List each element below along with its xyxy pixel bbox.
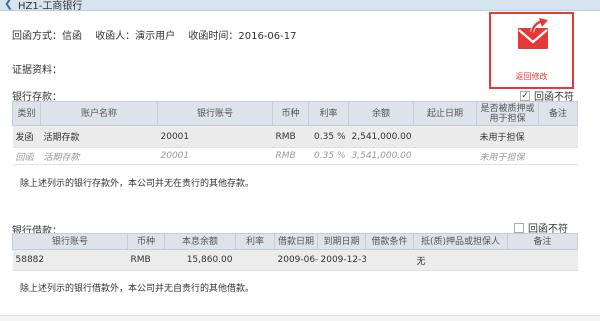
cell-currency: RMB xyxy=(272,147,309,165)
col-header: 备注 xyxy=(507,233,578,250)
cell-due-date: 2009-12-31 xyxy=(317,249,366,271)
reply-method: 回函方式：信函 xyxy=(12,31,82,42)
col-header: 利率 xyxy=(235,233,275,250)
cell-account-name: 活期存款 xyxy=(40,125,158,148)
reply-time: 收函时间：2016-06-17 xyxy=(188,31,297,42)
cell-currency: RMB xyxy=(127,249,165,271)
col-header: 账户名称 xyxy=(40,101,158,126)
cell-balance: 15,860.00 xyxy=(164,249,236,271)
deposits-note: 除上述列示的银行存款外，本公司并无在贵行的其他存款。 xyxy=(20,179,255,189)
cell-remark xyxy=(538,147,578,165)
col-header: 借款日期 xyxy=(274,233,318,250)
cell-account-no: 58882 xyxy=(12,249,128,271)
cell-collateral: 无 xyxy=(413,249,508,271)
table-row[interactable]: 回函 活期存款 20001 RMB 0.35 % 3,541,000.00 未用… xyxy=(12,147,578,165)
col-header: 银行账号 xyxy=(157,101,273,126)
bottom-divider xyxy=(0,315,600,321)
back-icon[interactable]: ❮ xyxy=(4,0,13,10)
checkmark-icon: ✓ xyxy=(520,90,530,101)
checkbox-empty-icon xyxy=(514,222,524,233)
col-header: 是否被质押或用于担保 xyxy=(476,101,539,126)
cell-balance: 2,541,000.00 xyxy=(348,125,414,148)
col-header: 币种 xyxy=(272,101,309,126)
col-header: 银行账号 xyxy=(12,233,128,250)
cell-pledged: 未用于担保 xyxy=(476,125,539,148)
col-header: 起止日期 xyxy=(413,101,477,126)
col-header: 本息余额 xyxy=(164,233,236,250)
return-modify-label: 返回修改 xyxy=(515,72,548,81)
cell-conditions xyxy=(365,249,414,271)
deposits-table: 类别 账户名称 银行账号 币种 利率 余额 起止日期 是否被质押或用于担保 备注… xyxy=(12,101,578,165)
cell-dates xyxy=(413,147,477,165)
window-title: HZ1-工商银行 xyxy=(18,1,83,11)
col-header: 余额 xyxy=(348,101,414,126)
col-header: 币种 xyxy=(127,233,165,250)
cell-rate: 0.35 % xyxy=(308,147,349,165)
evidence-label: 证据资料： xyxy=(12,65,62,76)
reply-info: 回函方式：信函 收函人：演示用户 收函时间：2016-06-17 xyxy=(12,27,307,42)
envelope-arrow-icon xyxy=(518,18,548,49)
cell-dates xyxy=(413,125,477,148)
cell-type: 发函 xyxy=(12,125,41,148)
return-modify-button[interactable]: 返回修改 xyxy=(489,12,574,89)
table-row[interactable]: 58882 RMB 15,860.00 2009-06-01 2009-12-3… xyxy=(12,249,578,271)
loans-header-row: 银行账号 币种 本息余额 利率 借款日期 到期日期 借款条件 抵(质)押品或担保… xyxy=(12,233,578,250)
table-row[interactable]: 发函 活期存款 20001 RMB 0.35 % 2,541,000.00 未用… xyxy=(12,125,578,148)
cell-currency: RMB xyxy=(272,125,309,148)
col-header: 备注 xyxy=(538,101,578,126)
col-header: 借款条件 xyxy=(365,233,414,250)
cell-account-no: 20001 xyxy=(157,125,273,148)
cell-rate: 0.35 % xyxy=(308,125,349,148)
cell-pledged: 未用于担保 xyxy=(476,147,539,165)
cell-account-name: 活期存款 xyxy=(40,147,158,165)
cell-remark xyxy=(538,125,578,148)
col-header: 到期日期 xyxy=(317,233,366,250)
reply-recipient: 收函人：演示用户 xyxy=(95,31,176,42)
col-header: 抵(质)押品或担保人 xyxy=(413,233,508,250)
cell-account-no: 20001 xyxy=(157,147,273,165)
cell-remark xyxy=(507,249,578,271)
cell-type: 回函 xyxy=(12,147,41,165)
cell-balance: 3,541,000.00 xyxy=(348,147,414,165)
loans-table: 银行账号 币种 本息余额 利率 借款日期 到期日期 借款条件 抵(质)押品或担保… xyxy=(12,233,578,271)
col-header: 利率 xyxy=(308,101,349,126)
col-header: 类别 xyxy=(12,101,41,126)
title-bar: ❮ HZ1-工商银行 xyxy=(0,0,600,11)
cell-rate xyxy=(235,249,275,271)
deposits-header-row: 类别 账户名称 银行账号 币种 利率 余额 起止日期 是否被质押或用于担保 备注 xyxy=(12,101,578,126)
loans-note: 除上述列示的银行借款外，本公司并无自贵行的其他借款。 xyxy=(20,284,255,294)
cell-loan-date: 2009-06-01 xyxy=(274,249,318,271)
